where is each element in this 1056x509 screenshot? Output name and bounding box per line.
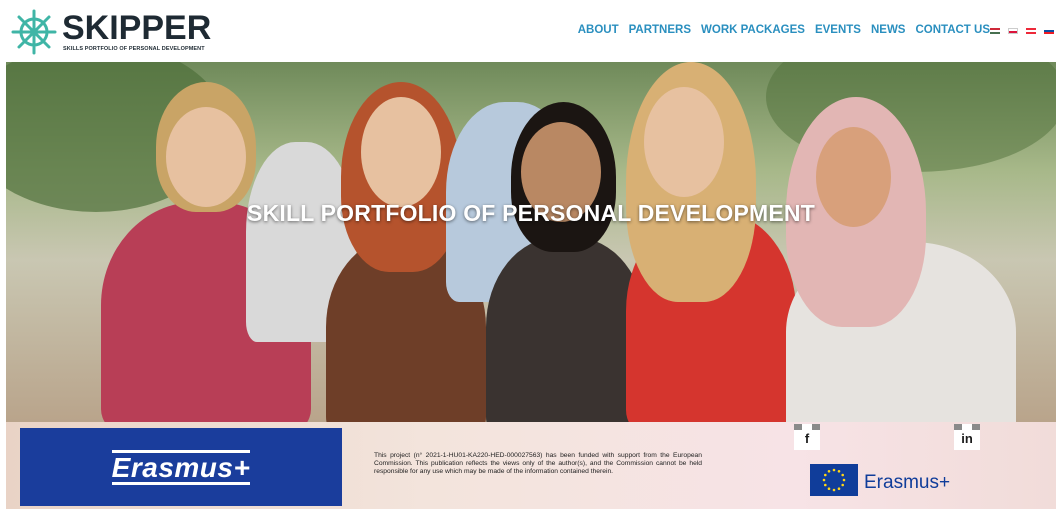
nav-news[interactable]: NEWS xyxy=(871,24,906,36)
language-flags xyxy=(990,28,1054,34)
eu-erasmus-text: Erasmus+ xyxy=(864,472,951,493)
icon-corner xyxy=(812,424,820,430)
icon-corner xyxy=(972,424,980,430)
nav-contact-us[interactable]: CONTACT US xyxy=(915,24,990,36)
linkedin-link[interactable]: in xyxy=(954,424,980,450)
hero-banner: SKILL PORTFOLIO OF PERSONAL DEVELOPMENT xyxy=(6,62,1056,422)
nav-partners[interactable]: PARTNERS xyxy=(629,24,691,36)
site-header: SKIPPER SKILLS PORTFOLIO OF PERSONAL DEV… xyxy=(0,0,1056,62)
site-footer: Erasmus+ This project (n° 2021-1-HU01-KA… xyxy=(6,422,1056,509)
linkedin-glyph: in xyxy=(961,431,973,446)
icon-corner xyxy=(954,424,962,430)
facebook-link[interactable]: f xyxy=(794,424,820,450)
hero-photo-face xyxy=(166,107,246,207)
hero-title: SKILL PORTFOLIO OF PERSONAL DEVELOPMENT xyxy=(247,200,815,226)
hero-photo-face xyxy=(644,87,724,197)
eu-erasmus-logo: Erasmus+ xyxy=(810,462,980,500)
hero-photo-face xyxy=(361,97,441,207)
hero-photo-person xyxy=(486,237,646,422)
nav-about[interactable]: ABOUT xyxy=(578,24,619,36)
funding-disclaimer: This project (n° 2021-1-HU01-KA220-HED-0… xyxy=(374,452,702,475)
eu-flag-icon xyxy=(810,464,858,496)
nav-events[interactable]: EVENTS xyxy=(815,24,861,36)
ship-wheel-icon xyxy=(11,9,57,55)
main-nav: ABOUT PARTNERS WORK PACKAGES EVENTS NEWS… xyxy=(578,24,990,36)
erasmus-banner-text: Erasmus+ xyxy=(111,452,251,483)
skipper-logo[interactable]: SKIPPER SKILLS PORTFOLIO OF PERSONAL DEV… xyxy=(10,8,212,56)
facebook-glyph: f xyxy=(804,431,810,446)
icon-corner xyxy=(794,424,802,430)
slovakia-flag-icon[interactable] xyxy=(1044,28,1054,34)
hungary-flag-icon[interactable] xyxy=(990,28,1000,34)
erasmus-plus-banner: Erasmus+ xyxy=(20,428,342,506)
poland-flag-icon[interactable] xyxy=(1008,28,1018,34)
logo-title: SKIPPER xyxy=(62,9,212,47)
austria-flag-icon[interactable] xyxy=(1026,28,1036,34)
logo-subtitle: SKILLS PORTFOLIO OF PERSONAL DEVELOPMENT xyxy=(63,46,205,52)
nav-work-packages[interactable]: WORK PACKAGES xyxy=(701,24,805,36)
